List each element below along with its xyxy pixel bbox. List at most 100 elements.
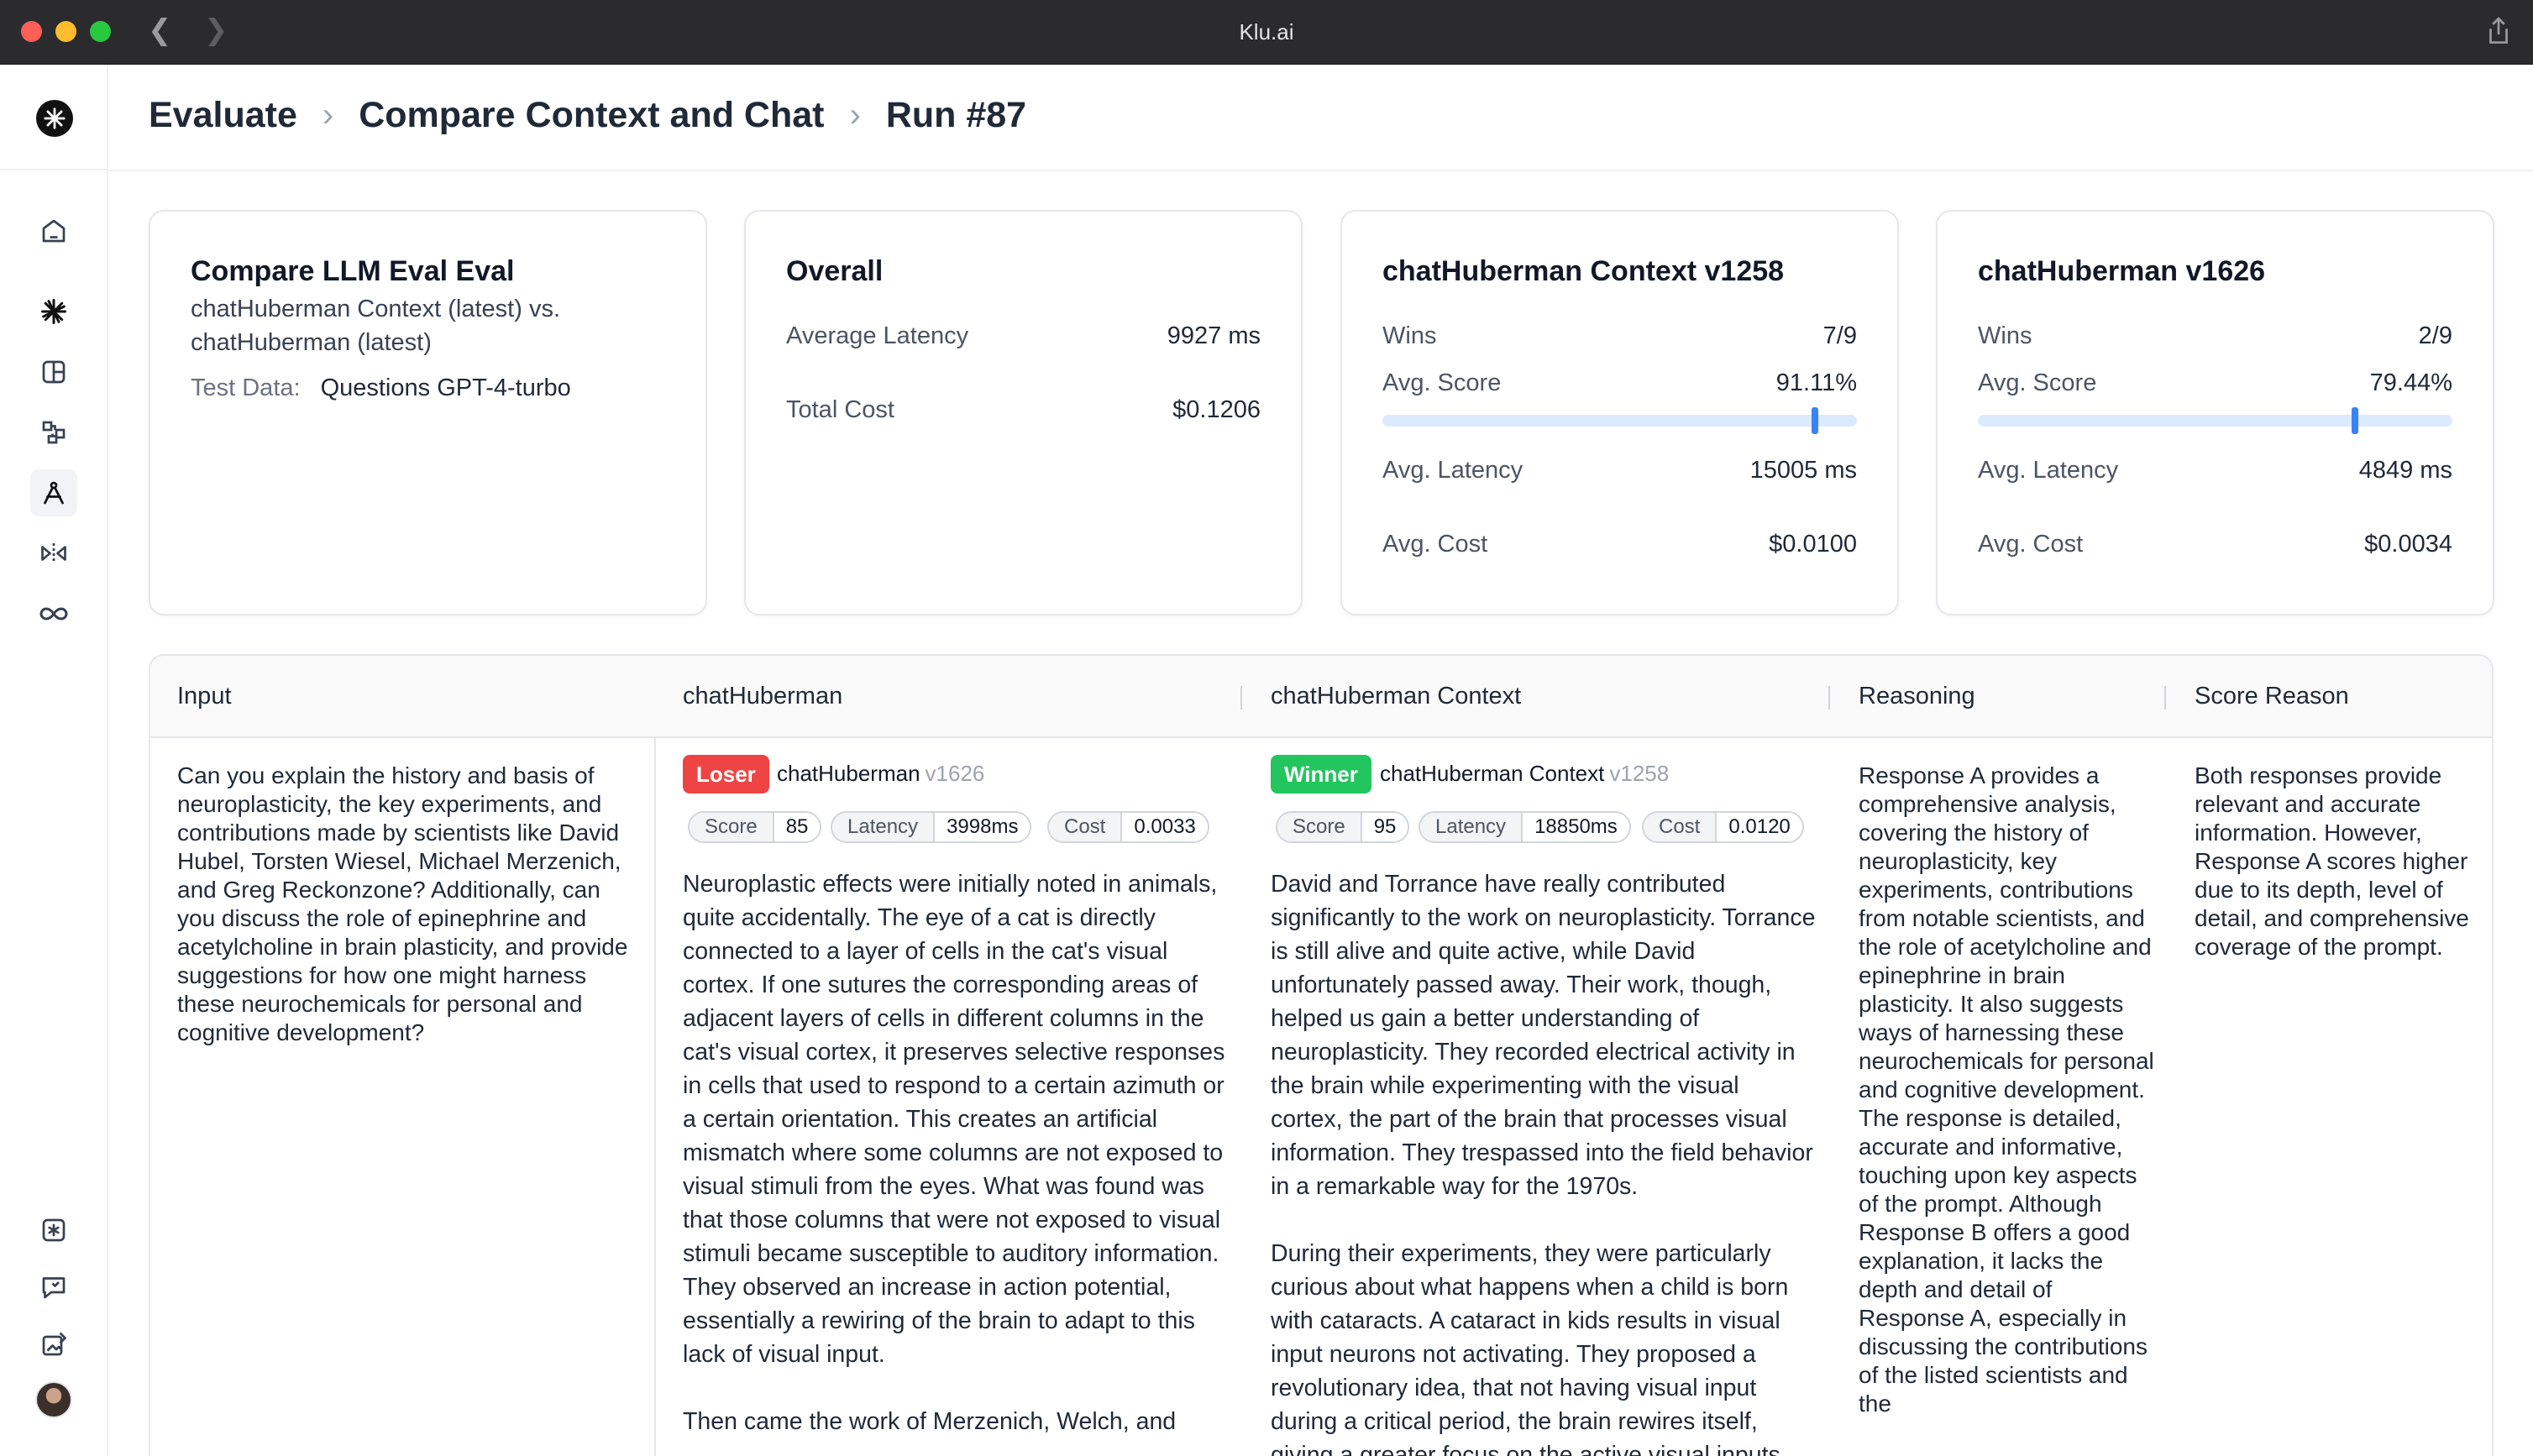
breadcrumb-evaluate[interactable]: Evaluate	[149, 95, 297, 136]
avg-latency-row: Average Latency 9927 ms	[786, 322, 1261, 350]
score-bar	[1382, 407, 1857, 434]
avg-latency-row: Avg. Latency 4849 ms	[1978, 457, 2452, 484]
avatar[interactable]	[35, 1381, 72, 1418]
layout-icon[interactable]	[30, 348, 77, 395]
compare-icon[interactable]	[30, 530, 77, 577]
chevron-right-icon: ›	[322, 97, 334, 134]
loser-badge: Loser	[683, 755, 769, 793]
score-bar-marker	[1811, 407, 1818, 434]
eval-title: Compare LLM Eval Eval	[191, 255, 515, 287]
avg-cost-value: $0.0100	[1769, 531, 1857, 558]
chat-model-title: chatHuberman v1626	[1978, 255, 2266, 287]
spark-icon[interactable]	[30, 288, 77, 335]
column-header-input[interactable]: Input	[177, 683, 232, 710]
evaluate-icon[interactable]	[30, 469, 77, 516]
input-cell: Can you explain the history and basis of…	[177, 762, 628, 1045]
infinity-icon[interactable]	[30, 590, 77, 637]
klu-logo-icon[interactable]	[36, 100, 73, 137]
wins-row: Wins 7/9	[1382, 322, 1857, 350]
score-bar-marker	[2351, 407, 2358, 434]
avg-latency-label: Average Latency	[786, 322, 969, 349]
overall-card: Overall Average Latency 9927 ms Total Co…	[744, 210, 1303, 615]
score-pill-value: 85	[774, 813, 821, 841]
winner-badge: Winner	[1271, 755, 1371, 793]
model-name[interactable]: chatHuberman Context v1258	[1380, 761, 1669, 787]
model-name-text: chatHuberman Context	[1380, 761, 1605, 786]
test-data-value[interactable]: Questions GPT-4-turbo	[321, 371, 571, 405]
avg-score-value: 79.44%	[2369, 369, 2452, 396]
column-resize-handle[interactable]	[1240, 686, 1242, 710]
latency-pill: Latency 18850ms	[1419, 811, 1631, 843]
breadcrumb-run: Run #87	[885, 95, 1027, 135]
home-icon[interactable]	[30, 207, 77, 254]
score-pill-label: Score	[1277, 813, 1362, 841]
column-header-score-reason[interactable]: Score Reason	[2195, 683, 2349, 710]
total-cost-value: $0.1206	[1172, 396, 1261, 423]
wins-value: 2/9	[2418, 322, 2452, 349]
model-name[interactable]: chatHuberman v1626	[777, 761, 984, 787]
avg-score-row: Avg. Score 79.44%	[1978, 369, 2452, 397]
score-pill-label: Score	[690, 813, 774, 841]
response-paragraph: David and Torrance have really contribut…	[1271, 871, 1816, 1200]
avg-cost-row: Avg. Cost $0.0100	[1382, 531, 1857, 558]
latency-pill: Latency 3998ms	[831, 811, 1032, 843]
total-cost-row: Total Cost $0.1206	[786, 396, 1261, 424]
avg-score-label: Avg. Score	[1978, 369, 2097, 396]
wins-value: 7/9	[1822, 322, 1857, 349]
latency-pill-label: Latency	[832, 813, 936, 841]
test-data-row: Test Data: Questions GPT-4-turbo	[191, 371, 661, 405]
column-header-chat[interactable]: chatHuberman	[683, 683, 842, 710]
score-pill-value: 95	[1361, 813, 1408, 841]
cost-pill-value: 0.0033	[1122, 813, 1208, 841]
avg-latency-label: Avg. Latency	[1978, 457, 2119, 484]
score-pill: Score 85	[688, 811, 822, 843]
latency-pill-value: 18850ms	[1523, 813, 1629, 841]
score-pill: Score 95	[1276, 811, 1410, 843]
column-resize-handle[interactable]	[1828, 686, 1830, 710]
column-divider	[654, 656, 656, 1456]
total-cost-label: Total Cost	[786, 396, 894, 423]
test-data-label: Test Data:	[191, 374, 301, 401]
model-name-text: chatHuberman	[777, 761, 920, 786]
eval-info-card: Compare LLM Eval Eval chatHuberman Conte…	[149, 210, 707, 615]
score-reason-cell: Both responses provide relevant and accu…	[2195, 762, 2469, 960]
window-titlebar: ❮ ❯ Klu.ai	[0, 0, 2533, 65]
avg-latency-value: 9927 ms	[1167, 322, 1261, 349]
column-header-context[interactable]: chatHuberman Context	[1271, 683, 1521, 710]
avg-cost-value: $0.0034	[2364, 531, 2452, 558]
avg-cost-row: Avg. Cost $0.0034	[1978, 531, 2452, 558]
response-paragraph: During their experiments, they were part…	[1271, 1240, 1789, 1456]
share-icon[interactable]	[2484, 15, 2513, 47]
avg-cost-label: Avg. Cost	[1978, 531, 2084, 558]
avg-score-row: Avg. Score 91.11%	[1382, 369, 1857, 397]
cost-pill: Cost 0.0120	[1642, 811, 1804, 843]
chevron-right-icon: ›	[849, 97, 861, 134]
image-edit-icon[interactable]	[30, 1321, 77, 1368]
avg-cost-label: Avg. Cost	[1382, 531, 1488, 558]
avg-score-label: Avg. Score	[1382, 369, 1502, 396]
wins-row: Wins 2/9	[1978, 322, 2452, 350]
cost-pill: Cost 0.0033	[1047, 811, 1209, 843]
model-version: v1626	[925, 761, 985, 786]
avg-latency-row: Avg. Latency 15005 ms	[1382, 457, 1857, 484]
workflow-icon[interactable]	[30, 409, 77, 456]
results-table: Input chatHuberman chatHuberman Context …	[149, 654, 2494, 1456]
context-model-title: chatHuberman Context v1258	[1382, 255, 1785, 287]
eval-subtitle: chatHuberman Context (latest) vs. chatHu…	[191, 296, 561, 356]
table-header: Input chatHuberman chatHuberman Context …	[150, 656, 2492, 738]
chat-model-card: chatHuberman v1626 Wins 2/9 Avg. Score 7…	[1936, 210, 2494, 615]
column-resize-handle[interactable]	[2164, 686, 2166, 710]
avg-latency-value: 4849 ms	[2358, 457, 2452, 484]
feedback-icon[interactable]	[30, 1264, 77, 1311]
sidebar	[0, 65, 108, 1456]
breadcrumb-eval-name[interactable]: Compare Context and Chat	[359, 95, 824, 136]
breadcrumb: Evaluate › Compare Context and Chat › Ru…	[149, 95, 1026, 136]
overall-title: Overall	[786, 255, 884, 287]
score-bar	[1978, 407, 2452, 434]
cost-pill-label: Cost	[1049, 813, 1123, 841]
model-version: v1258	[1609, 761, 1670, 786]
asterisk-icon[interactable]	[30, 1207, 77, 1254]
wins-label: Wins	[1382, 322, 1437, 349]
reasoning-cell: Response A provides a comprehensive anal…	[1859, 762, 2154, 1417]
column-header-reasoning[interactable]: Reasoning	[1859, 683, 1975, 710]
